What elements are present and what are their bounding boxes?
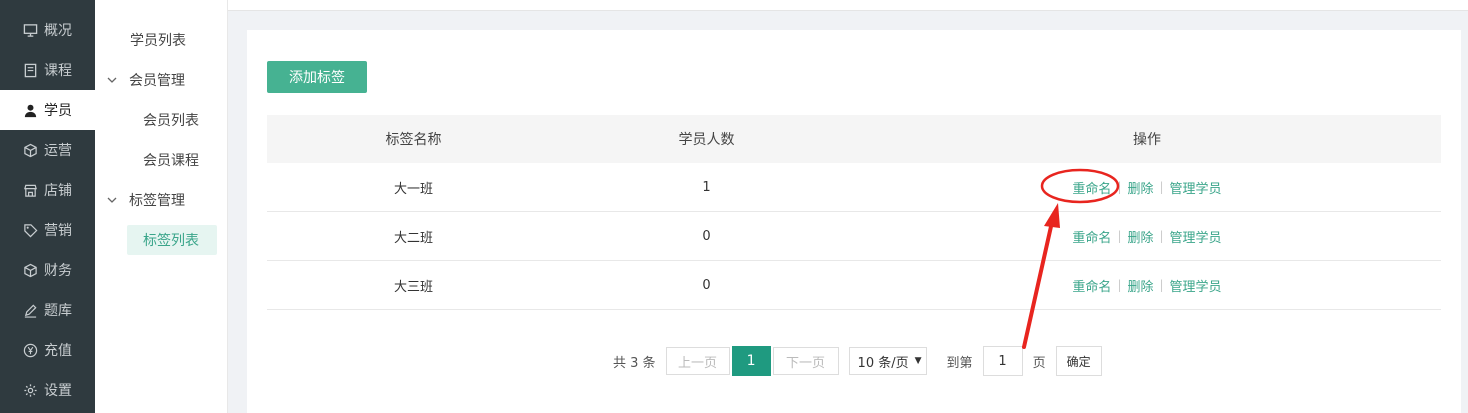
goto-confirm-button[interactable]: 确定: [1055, 346, 1102, 376]
table-row: 大二班 0 重命名 | 删除 | 管理学员: [267, 212, 1441, 261]
rename-link[interactable]: 重命名: [1072, 178, 1111, 197]
nav-item-label: 运营: [44, 143, 72, 159]
pagination: 共 3 条 上一页 1 下一页 10 条/页 ▼ 到第 1 页 确定: [613, 346, 1102, 376]
goto-page-input[interactable]: 1: [982, 346, 1023, 376]
tag-table: 标签名称 学员人数 操作 大一班 1 重命名 | 删除 | 管理学员 大二班 0…: [267, 115, 1441, 310]
column-header-count: 学员人数: [678, 132, 735, 148]
main-sidebar: 概况 课程 学员 运营 店铺 营销 财务 题库 充值 设置: [0, 0, 95, 413]
nav-item-settings[interactable]: 设置: [0, 370, 95, 410]
monitor-icon: [22, 22, 38, 38]
add-tag-button[interactable]: 添加标签: [267, 61, 367, 93]
subnav-tag-list[interactable]: 标签列表: [127, 225, 217, 255]
subnav-label: 标签列表: [143, 233, 199, 249]
nav-item-overview[interactable]: 概况: [0, 10, 95, 50]
separator: |: [1117, 278, 1122, 292]
subnav-member-list[interactable]: 会员列表: [95, 105, 227, 135]
subnav-member-mgmt[interactable]: 会员管理: [95, 65, 227, 95]
caret-down-icon: ▼: [914, 356, 922, 366]
yen-icon: [22, 342, 38, 358]
nav-item-label: 店铺: [44, 183, 72, 199]
nav-item-operations[interactable]: 运营: [0, 130, 95, 170]
tag-icon: [22, 222, 38, 238]
prev-page-button[interactable]: 上一页: [665, 347, 730, 375]
subnav-label: 会员课程: [143, 153, 199, 169]
nav-item-label: 课程: [44, 63, 72, 79]
subnav-member-course[interactable]: 会员课程: [95, 145, 227, 175]
nav-item-label: 题库: [44, 303, 72, 319]
subnav-label: 会员列表: [143, 113, 199, 129]
page-unit-label: 页: [1032, 355, 1046, 371]
column-header-actions: 操作: [1133, 132, 1161, 148]
student-count-cell: 1: [702, 179, 711, 195]
goto-label: 到第: [946, 355, 973, 371]
nav-item-store[interactable]: 店铺: [0, 170, 95, 210]
nav-item-label: 设置: [44, 383, 72, 399]
table-header: 标签名称 学员人数 操作: [267, 115, 1441, 163]
nav-item-question-bank[interactable]: 题库: [0, 290, 95, 330]
nav-item-label: 充值: [44, 343, 72, 359]
nav-item-label: 概况: [44, 23, 72, 39]
chevron-down-icon: [107, 77, 119, 84]
gear-icon: [22, 382, 38, 398]
actions-cell: 重命名 | 删除 | 管理学员: [853, 212, 1441, 260]
separator: |: [1159, 229, 1164, 243]
subnav-student-list[interactable]: 学员列表: [95, 25, 227, 55]
manage-students-link[interactable]: 管理学员: [1170, 178, 1222, 197]
separator: |: [1159, 278, 1164, 292]
cube-icon: [22, 142, 38, 158]
subnav-tag-mgmt[interactable]: 标签管理: [95, 185, 227, 215]
nav-item-student[interactable]: 学员: [0, 90, 95, 130]
separator: |: [1117, 180, 1122, 194]
nav-item-label: 营销: [44, 223, 72, 239]
delete-link[interactable]: 删除: [1127, 178, 1153, 197]
user-icon: [22, 102, 38, 118]
cube-icon: [22, 262, 38, 278]
table-row: 大一班 1 重命名 | 删除 | 管理学员: [267, 163, 1441, 212]
chevron-down-icon: [107, 197, 119, 204]
student-count-cell: 0: [702, 228, 711, 244]
store-icon: [22, 182, 38, 198]
nav-item-recharge[interactable]: 充值: [0, 330, 95, 370]
separator: |: [1159, 180, 1164, 194]
next-page-button[interactable]: 下一页: [772, 347, 839, 375]
page-size-select[interactable]: 10 条/页 ▼: [848, 347, 927, 375]
current-page-button[interactable]: 1: [731, 346, 771, 376]
subnav-label: 学员列表: [130, 33, 186, 49]
main-panel: 添加标签 标签名称 学员人数 操作 大一班 1 重命名 | 删除 | 管理学员 …: [247, 30, 1461, 413]
tag-name-cell: 大三班: [393, 279, 433, 295]
rename-link[interactable]: 重命名: [1072, 276, 1111, 295]
nav-item-finance[interactable]: 财务: [0, 250, 95, 290]
actions-cell: 重命名 | 删除 | 管理学员: [853, 261, 1441, 309]
delete-link[interactable]: 删除: [1127, 276, 1153, 295]
delete-link[interactable]: 删除: [1127, 227, 1153, 246]
nav-item-label: 学员: [44, 103, 72, 119]
sub-sidebar: 学员列表 会员管理 会员列表 会员课程 标签管理 标签列表: [95, 0, 228, 413]
nav-item-label: 财务: [44, 263, 72, 279]
nav-item-marketing[interactable]: 营销: [0, 210, 95, 250]
rename-link[interactable]: 重命名: [1072, 227, 1111, 246]
pencil-icon: [22, 302, 38, 318]
total-count: 共 3 条: [613, 355, 656, 371]
top-bar: [228, 0, 1468, 11]
nav-item-course[interactable]: 课程: [0, 50, 95, 90]
book-icon: [22, 62, 38, 78]
subnav-label: 会员管理: [129, 73, 185, 89]
student-count-cell: 0: [702, 277, 711, 293]
manage-students-link[interactable]: 管理学员: [1170, 227, 1222, 246]
column-header-name: 标签名称: [385, 132, 442, 148]
actions-cell: 重命名 | 删除 | 管理学员: [853, 163, 1441, 211]
page-size-value: 10 条/页: [857, 355, 909, 371]
table-row: 大三班 0 重命名 | 删除 | 管理学员: [267, 261, 1441, 310]
tag-name-cell: 大二班: [393, 230, 433, 246]
tag-name-cell: 大一班: [393, 181, 433, 197]
separator: |: [1117, 229, 1122, 243]
subnav-label: 标签管理: [129, 193, 185, 209]
manage-students-link[interactable]: 管理学员: [1170, 276, 1222, 295]
